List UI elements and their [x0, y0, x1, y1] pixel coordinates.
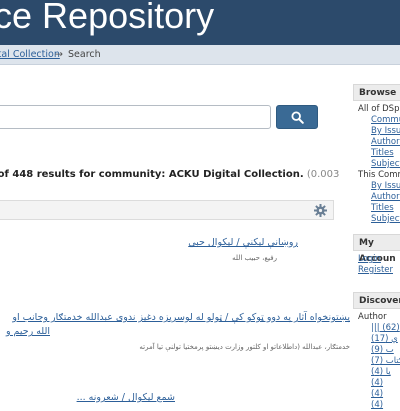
breadcrumb-arrow: →: [55, 49, 63, 60]
search-input[interactable]: [0, 105, 271, 129]
register-link[interactable]: Register: [353, 265, 400, 276]
browse-by-issue-date-link[interactable]: By Issu: [353, 126, 400, 137]
community-authors-link[interactable]: Authors: [353, 192, 400, 203]
discover-author-link[interactable]: (4): [353, 378, 400, 389]
browse-heading: Browse: [353, 84, 400, 101]
discover-author-link[interactable]: ||| (62): [353, 323, 400, 334]
breadcrumb-current: Search: [68, 49, 101, 60]
browse-all-label: All of DSpa: [358, 104, 400, 114]
breadcrumb-link-collection[interactable]: ital Collection: [0, 45, 60, 64]
result-item-title-line2[interactable]: الله رحیم و: [6, 326, 50, 337]
discover-heading: Discover: [353, 292, 400, 309]
discover-author-link[interactable]: ي (17): [353, 334, 400, 345]
browse-titles-link[interactable]: Titles: [353, 148, 400, 159]
results-summary: al of 448 results for community: ACKU Di…: [0, 169, 339, 180]
discover-author-label: Author: [358, 312, 387, 322]
discover-author-link[interactable]: کتاب (7): [353, 356, 400, 367]
site-title[interactable]: ace Repository: [0, 0, 214, 37]
result-item-title[interactable]: شمع لیکوال / شعرونه ...: [77, 392, 175, 403]
browse-this-community-label: This Comm: [358, 170, 400, 180]
gear-icon[interactable]: [314, 204, 327, 217]
account-heading: My Accoun: [353, 234, 400, 264]
sidebar-my-account: My Accoun Login Register: [353, 234, 400, 276]
browse-subjects-link[interactable]: Subject: [353, 159, 400, 170]
results-time: (0.003: [306, 169, 340, 180]
breadcrumb: ital Collection → Search: [0, 45, 400, 65]
community-titles-link[interactable]: Titles: [353, 203, 400, 214]
discover-author-link[interactable]: ب (9): [353, 345, 400, 356]
discover-author-link[interactable]: (4): [353, 389, 400, 400]
community-subjects-link[interactable]: Subject: [353, 214, 400, 225]
discover-author-link[interactable]: (4): [353, 400, 400, 411]
community-by-issue-date-link[interactable]: By Issu: [353, 181, 400, 192]
discover-author-link[interactable]: یا (4): [353, 367, 400, 378]
sidebar-browse: Browse All of DSpa Commu By Issu Authors…: [353, 84, 400, 225]
search-button[interactable]: [276, 105, 318, 129]
site-banner: ace Repository: [0, 0, 400, 45]
sidebar-discover: Discover Author ||| (62) ي (17) ب (9) کت…: [353, 292, 400, 411]
search-icon: [291, 111, 304, 124]
result-item-author: خدمتګار، عبدالله (داطلاعاتو او کلتور وزا…: [139, 343, 350, 351]
browse-communities-link[interactable]: Commu: [353, 115, 400, 126]
result-item-title[interactable]: روښانې لیکنې / لیکوال حبي: [188, 237, 298, 248]
results-count-text: al of 448 results for community: ACKU Di…: [0, 169, 304, 180]
result-item-author: رفیع، حبیب الله: [232, 254, 277, 262]
result-item-title[interactable]: پښتونخواه آثار په دوو ټوکو کې / ټولو له …: [12, 312, 350, 323]
results-header-bar: [0, 200, 334, 220]
browse-authors-link[interactable]: Authors: [353, 137, 400, 148]
